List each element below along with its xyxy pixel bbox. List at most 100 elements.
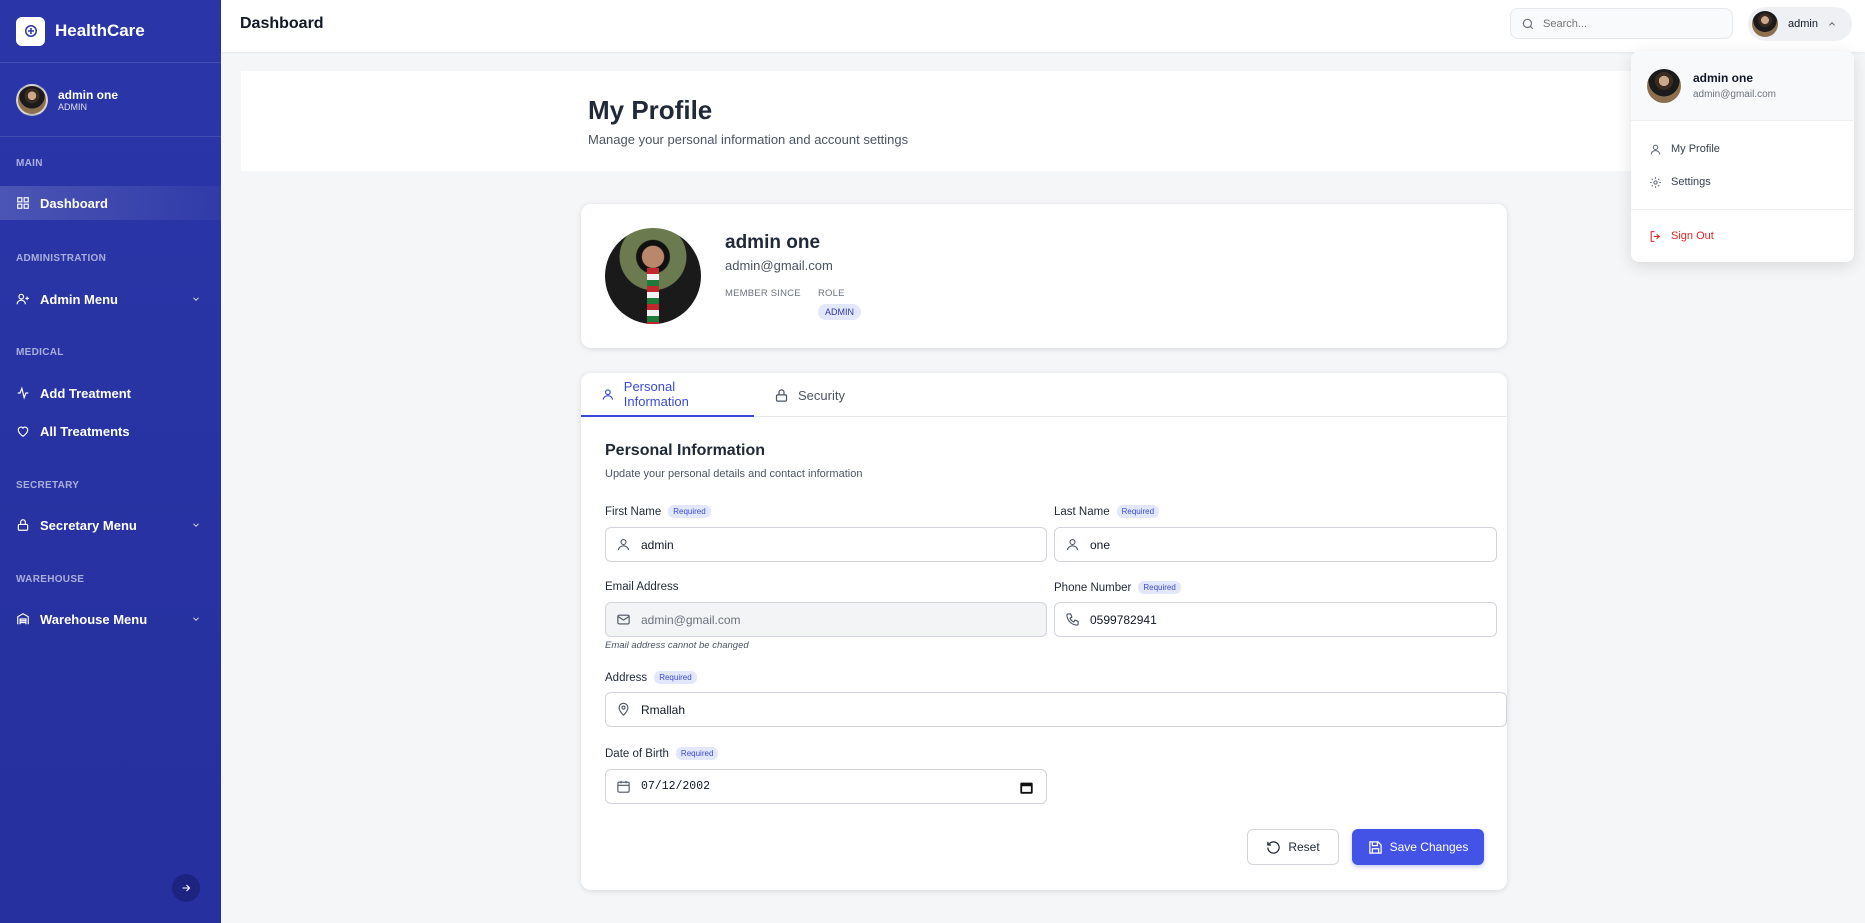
search-box[interactable] (1510, 8, 1733, 39)
user-icon (602, 388, 614, 400)
label-text: Date of Birth (605, 747, 669, 760)
email-hint: Email address cannot be changed (605, 640, 749, 651)
user-icon (617, 538, 630, 551)
section-administration: ADMINISTRATION (16, 253, 107, 264)
search-input[interactable] (1543, 17, 1723, 30)
dropdown-user-name: admin one (1693, 71, 1754, 85)
brand-name: HealthCare (55, 21, 145, 40)
phone-icon (1066, 613, 1079, 626)
page-title: My Profile (588, 95, 713, 125)
personal-info-card: Personal Information Security Personal I… (581, 373, 1507, 890)
calendar-icon (617, 780, 630, 793)
avatar (16, 83, 48, 116)
reset-button[interactable]: Reset (1247, 829, 1339, 865)
profile-photo[interactable] (605, 228, 701, 324)
user-menu-label: admin (1788, 18, 1818, 30)
activity-icon (17, 386, 29, 400)
section-medical: MEDICAL (16, 347, 64, 358)
save-changes-button[interactable]: Save Changes (1352, 829, 1484, 865)
email-field (605, 602, 1047, 637)
menu-item-label: My Profile (1671, 143, 1720, 155)
heart-icon (17, 426, 29, 437)
avatar (1752, 11, 1778, 37)
tab-security[interactable]: Security (754, 373, 865, 417)
chevron-up-icon (1829, 22, 1835, 26)
sidebar-item-label: Warehouse Menu (40, 611, 148, 627)
user-menu-button[interactable]: admin (1748, 7, 1852, 41)
sidebar-item-dashboard[interactable]: Dashboard (0, 186, 221, 220)
first-name-field[interactable] (605, 527, 1047, 562)
sidebar-item-label: Secretary Menu (40, 517, 137, 533)
sidebar-item-add-treatment[interactable]: Add Treatment (0, 376, 221, 410)
chevron-down-icon (193, 523, 199, 527)
section-subtitle: Update your personal details and contact… (605, 468, 863, 480)
sidebar-user[interactable]: admin one ADMIN (0, 63, 221, 137)
sidebar-user-name: admin one (58, 87, 119, 102)
sidebar-item-warehouse-menu[interactable]: Warehouse Menu (0, 602, 221, 636)
last-name-field[interactable] (1054, 527, 1497, 562)
last-name-label: Last Name Required (1054, 505, 1160, 518)
label-text: Email Address (605, 581, 679, 593)
phone-label: Phone Number Required (1054, 581, 1181, 594)
button-label: Reset (1288, 840, 1320, 854)
dob-input[interactable] (641, 780, 1007, 793)
lock-icon (775, 388, 788, 402)
sidebar-collapse-button[interactable] (172, 874, 200, 902)
required-badge: Required (668, 505, 711, 518)
address-label: Address Required (605, 671, 697, 684)
sidebar-item-label: All Treatments (40, 423, 130, 439)
first-name-input[interactable] (641, 537, 1007, 552)
dropdown-divider (1631, 209, 1854, 210)
profile-tabs: Personal Information Security (581, 373, 1507, 417)
sidebar-item-label: Dashboard (40, 195, 108, 211)
tab-personal-information[interactable]: Personal Information (581, 373, 754, 417)
button-label: Save Changes (1389, 840, 1469, 854)
logout-icon (1650, 230, 1661, 242)
sidebar-item-secretary-menu[interactable]: Secretary Menu (0, 508, 221, 542)
lock-icon (17, 519, 29, 531)
menu-item-sign-out[interactable]: Sign Out (1631, 222, 1854, 250)
sidebar-user-role: ADMIN (58, 101, 87, 112)
required-badge: Required (1138, 581, 1181, 594)
dob-field[interactable] (605, 769, 1047, 804)
phone-input[interactable] (1090, 612, 1457, 627)
sidebar: HealthCare admin one ADMIN MAIN Dashboar… (0, 0, 221, 923)
sidebar-item-all-treatments[interactable]: All Treatments (0, 414, 221, 448)
profile-name: admin one (725, 232, 821, 253)
map-pin-icon (618, 702, 629, 716)
arrow-right-icon (182, 884, 191, 892)
user-icon (1066, 538, 1079, 551)
calendar-picker-icon[interactable] (1019, 780, 1034, 795)
email-label: Email Address (605, 581, 679, 593)
last-name-input[interactable] (1090, 537, 1457, 552)
menu-item-my-profile[interactable]: My Profile (1631, 135, 1854, 163)
menu-item-settings[interactable]: Settings (1631, 168, 1854, 196)
section-warehouse: WAREHOUSE (16, 574, 85, 585)
avatar (1647, 68, 1681, 103)
role-badge: ADMIN (818, 304, 861, 320)
phone-field[interactable] (1054, 602, 1497, 637)
profile-email: admin@gmail.com (725, 258, 833, 273)
user-plus-icon (16, 293, 29, 305)
address-input[interactable] (641, 702, 1398, 717)
label-text: Phone Number (1054, 581, 1132, 594)
chevron-down-icon (193, 617, 199, 621)
member-since-label: MEMBER SINCE (725, 288, 801, 299)
section-secretary: SECRETARY (16, 480, 80, 491)
user-dropdown-menu: admin one admin@gmail.com My Profile Set… (1631, 51, 1854, 262)
dashboard-icon (17, 197, 29, 209)
section-title: Personal Information (605, 442, 766, 459)
chevron-down-icon (193, 297, 199, 301)
section-main: MAIN (16, 158, 43, 169)
dob-label: Date of Birth Required (605, 747, 719, 760)
topbar-title: Dashboard (240, 15, 324, 32)
brand[interactable]: HealthCare (0, 0, 221, 63)
page-header: My Profile Manage your personal informat… (241, 71, 1634, 171)
gear-icon (1650, 176, 1661, 188)
brand-logo-icon (16, 16, 45, 46)
address-field[interactable] (605, 692, 1507, 727)
menu-item-label: Sign Out (1671, 230, 1714, 242)
save-icon (1368, 840, 1382, 854)
label-text: First Name (605, 505, 662, 518)
sidebar-item-admin-menu[interactable]: Admin Menu (0, 282, 221, 316)
